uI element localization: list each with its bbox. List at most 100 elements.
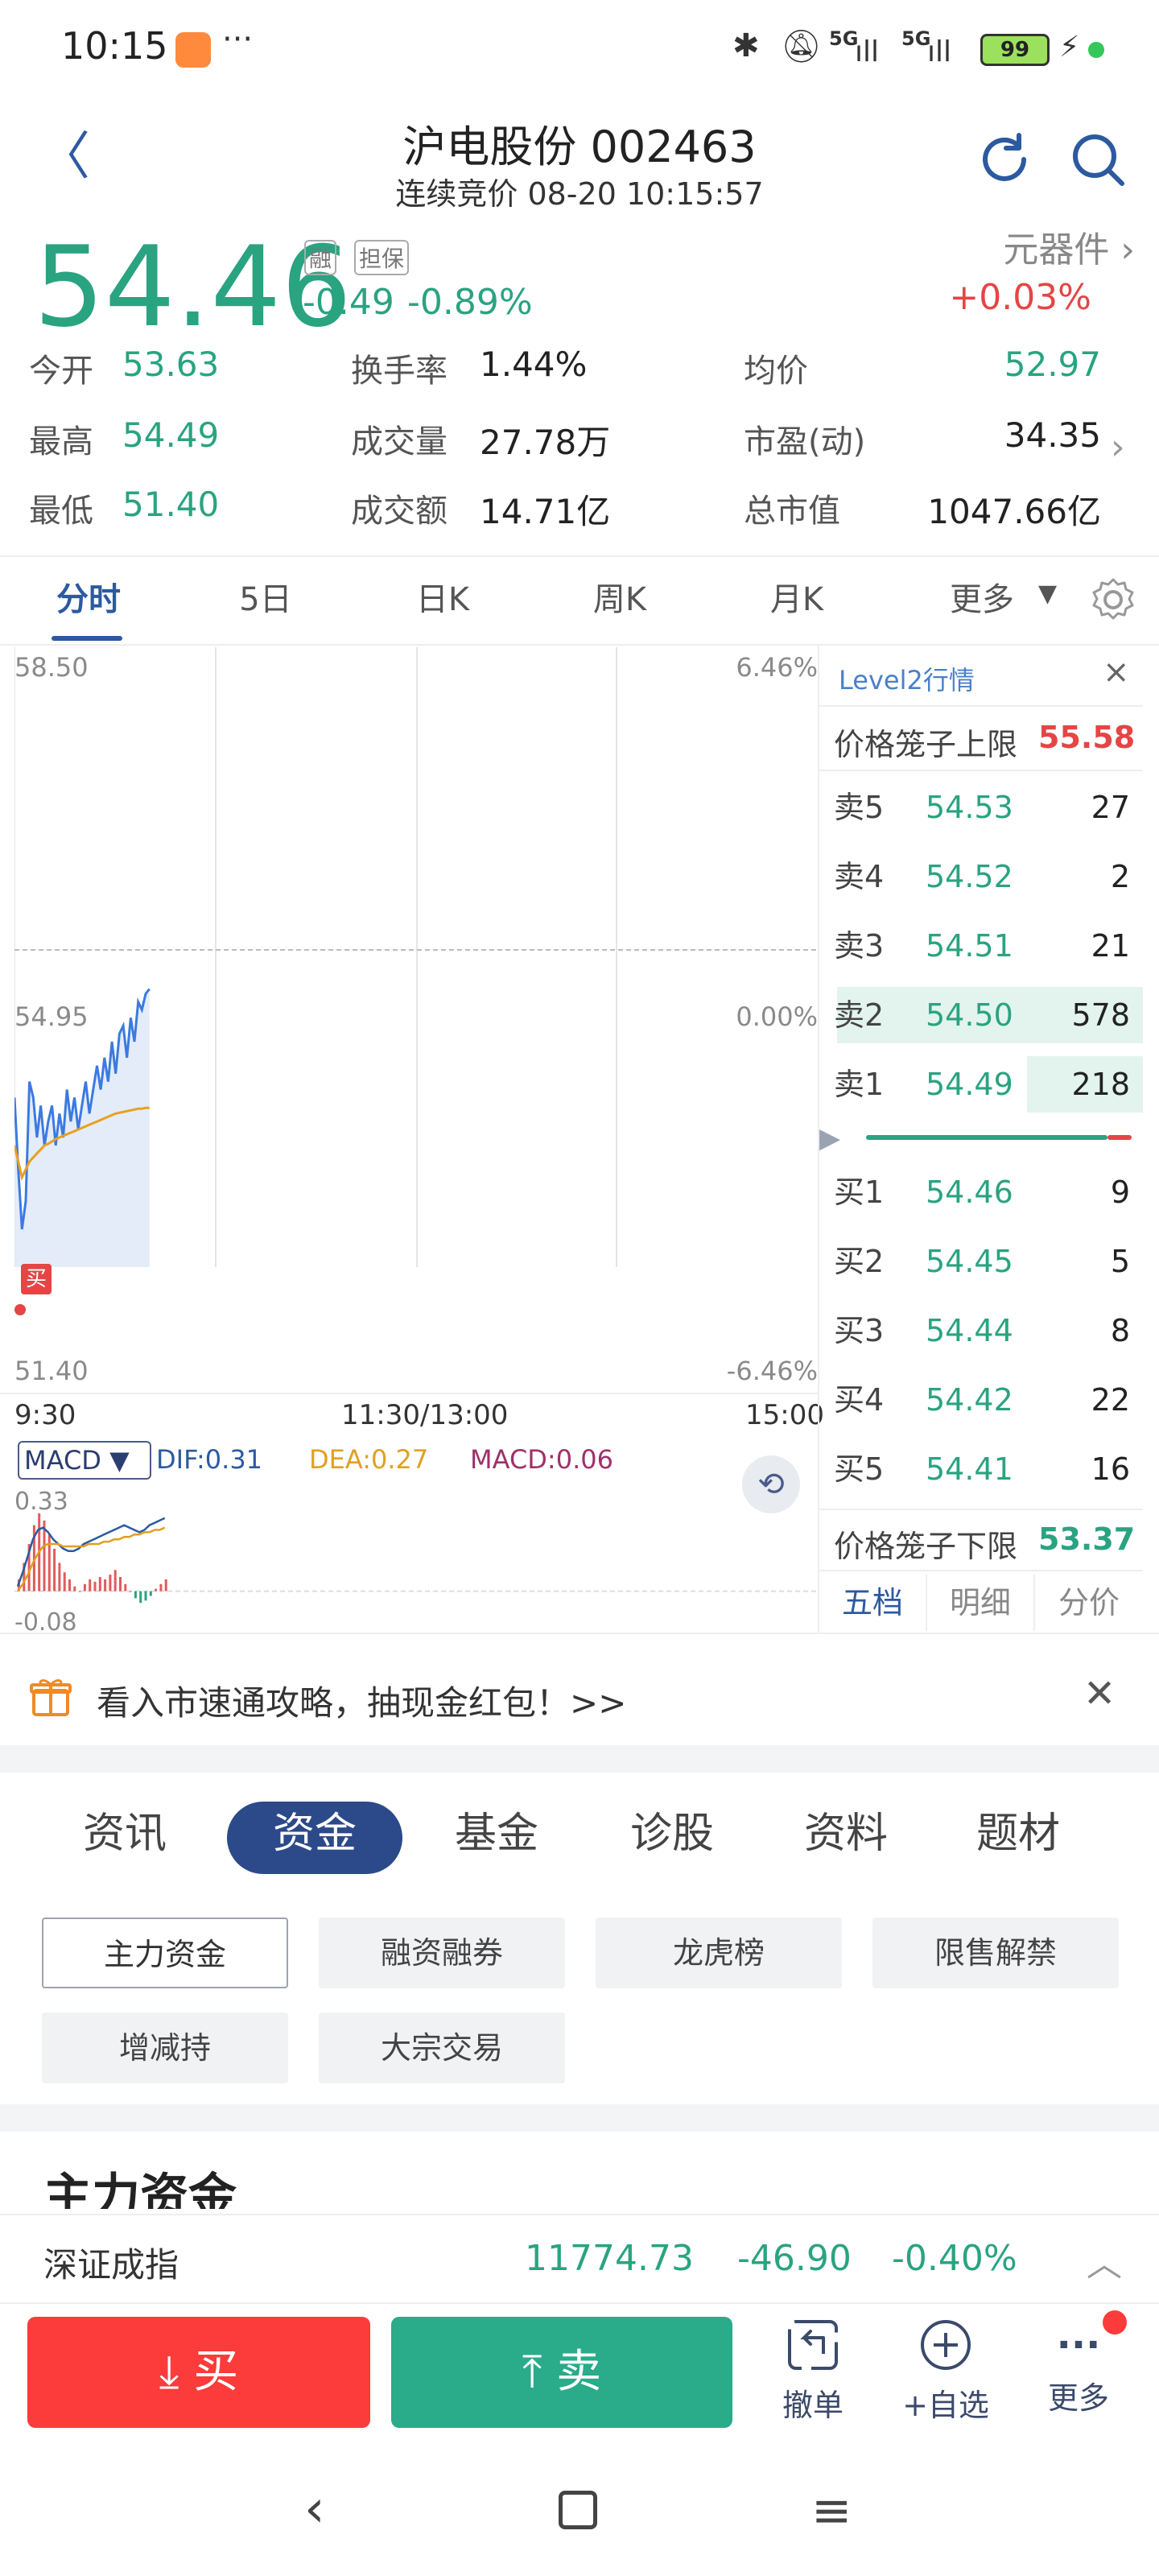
bid-label: 买4	[834, 1382, 885, 1418]
add-watchlist-label: +自选	[902, 2388, 989, 2423]
fund-subtab[interactable]: 龙虎榜	[596, 1918, 842, 1988]
more-label: 更多	[1047, 2380, 1109, 2416]
time-start: 9:30	[14, 1399, 76, 1431]
fund-subtab[interactable]: 主力资金	[42, 1918, 288, 1988]
ask-row[interactable]: 卖5 54.53 27	[821, 773, 1143, 842]
macd-dea: DEA:0.27	[309, 1444, 429, 1475]
margin-tag: 融	[304, 240, 337, 275]
privacy-dot-icon	[1088, 42, 1104, 58]
cage-upper-label: 价格笼子上限	[834, 727, 1018, 762]
stat-label: 最低	[29, 493, 93, 530]
section-tab[interactable]: 诊股	[588, 1794, 757, 1874]
chevron-up-icon[interactable]: ︿	[1087, 2235, 1122, 2286]
intraday-chart[interactable]	[14, 647, 818, 1267]
stat-label: 均价	[744, 353, 808, 390]
tab-period[interactable]: 分时	[32, 564, 145, 636]
ask-label: 卖1	[834, 1067, 885, 1102]
bid-row[interactable]: 买5 54.41 16	[821, 1435, 1143, 1504]
promo-link[interactable]: 看入市速通攻略，抽现金红包！>>	[97, 1676, 626, 1725]
macd-chart	[14, 1513, 818, 1604]
gift-icon	[29, 1674, 72, 1718]
buy-marker[interactable]: 买	[21, 1264, 52, 1294]
status-time: 10:15	[61, 24, 168, 68]
macd-bar	[83, 1583, 86, 1591]
nav-home-icon[interactable]	[559, 2491, 597, 2529]
macd-bar	[113, 1570, 117, 1591]
ask-row[interactable]: 卖3 54.51 21	[821, 911, 1143, 980]
section-tab[interactable]: 基金	[412, 1794, 581, 1874]
level2-tab[interactable]: 分价	[1035, 1575, 1143, 1631]
bid-volume: 16	[1091, 1451, 1130, 1487]
level2-tab[interactable]: 明细	[927, 1575, 1035, 1631]
tab-period[interactable]: 周K	[563, 564, 676, 636]
section-tab[interactable]: 资讯	[40, 1794, 209, 1874]
buy-label: 买	[193, 2346, 239, 2398]
pct-axis-top: 6.46%	[736, 652, 818, 683]
index-value: 11774.73	[525, 2238, 694, 2279]
stat-label: 成交量	[351, 423, 448, 460]
divider	[819, 770, 1143, 771]
mute-bell-icon: 🔕︎	[781, 28, 822, 65]
price-change-pct: -0.89%	[407, 282, 533, 323]
orderbook-expand-icon[interactable]: ▶	[819, 1122, 840, 1154]
refresh-icon[interactable]	[974, 129, 1035, 190]
bid-row[interactable]: 买2 54.45 5	[821, 1227, 1143, 1296]
tab-period[interactable]: 更多	[926, 564, 1038, 636]
section-tab[interactable]: 题材	[934, 1794, 1103, 1874]
plus-circle-icon	[921, 2320, 971, 2370]
dropdown-triangle-icon[interactable]: ▼	[1038, 580, 1057, 608]
tab-period[interactable]: 日K	[386, 564, 499, 636]
search-icon[interactable]	[1067, 129, 1128, 190]
stat-value: 1047.66亿	[927, 492, 1101, 531]
bid-row[interactable]: 买3 54.44 8	[821, 1296, 1143, 1365]
cage-lower-label: 价格笼子下限	[834, 1529, 1018, 1564]
macd-bar	[144, 1591, 147, 1601]
macd-bar	[119, 1577, 122, 1591]
stat-value: 54.49	[122, 415, 220, 455]
level2-tab[interactable]: 五档	[819, 1575, 927, 1631]
index-change: -46.90	[737, 2238, 852, 2279]
ask-row[interactable]: 卖2 54.50 578	[821, 980, 1143, 1050]
y-axis-bottom: 51.40	[14, 1356, 89, 1386]
rotate-landscape-icon[interactable]: ⟲	[742, 1455, 800, 1513]
ask-row[interactable]: 卖1 54.49 218	[821, 1050, 1143, 1119]
sell-button[interactable]: ⤒ 卖	[391, 2317, 732, 2428]
fund-subtab[interactable]: 融资融券	[319, 1918, 565, 1988]
macd-bar	[124, 1583, 127, 1591]
section-tab[interactable]: 资金	[230, 1794, 399, 1874]
sector-link[interactable]: 元器件 ›	[885, 221, 1135, 272]
index-name: 深证成指	[43, 2245, 179, 2285]
bid-volume: 9	[1110, 1174, 1130, 1210]
macd-value: MACD:0.06	[470, 1444, 613, 1475]
fund-subtab[interactable]: 大宗交易	[319, 2013, 565, 2083]
bid-price: 54.45	[926, 1244, 1013, 1279]
bid-label: 买3	[834, 1313, 885, 1348]
nav-recents-icon[interactable]: ≡	[811, 2483, 852, 2539]
fund-subtab[interactable]: 增减持	[42, 2013, 288, 2083]
cancel-order-button[interactable]: 撤单	[765, 2317, 861, 2425]
level2-close-icon[interactable]: ×	[1103, 654, 1130, 691]
y-axis-mid: 54.95	[14, 1001, 89, 1032]
indicator-selector[interactable]: MACD ▼	[18, 1441, 151, 1480]
tab-period[interactable]: 5日	[209, 564, 322, 636]
stat-value: 52.97	[1004, 345, 1101, 384]
settings-gear-icon[interactable]	[1090, 576, 1136, 623]
tab-period[interactable]: 月K	[740, 564, 853, 636]
promo-close-icon[interactable]: ✕	[1083, 1671, 1116, 1716]
section-tab[interactable]: 资料	[761, 1794, 930, 1874]
stat-value: 27.78万	[480, 423, 611, 462]
divider	[0, 555, 1159, 557]
time-mid: 11:30/13:00	[341, 1399, 509, 1431]
bid-row[interactable]: 买4 54.42 22	[821, 1365, 1143, 1435]
fund-subtab[interactable]: 限售解禁	[872, 1918, 1119, 1988]
stats-chevron-icon[interactable]: ›	[1111, 427, 1125, 468]
ask-row[interactable]: 卖4 54.52 2	[821, 842, 1143, 911]
buy-button[interactable]: ⤓ 买	[27, 2317, 370, 2428]
app-notification-icon	[175, 32, 211, 68]
nav-back-icon[interactable]: ‹	[304, 2479, 325, 2539]
bluetooth-icon: ✱	[732, 27, 760, 64]
cancel-order-icon	[788, 2320, 838, 2370]
stat-value: 51.40	[122, 485, 220, 524]
add-watchlist-button[interactable]: +自选	[893, 2317, 998, 2425]
bid-row[interactable]: 买1 54.46 9	[821, 1158, 1143, 1227]
